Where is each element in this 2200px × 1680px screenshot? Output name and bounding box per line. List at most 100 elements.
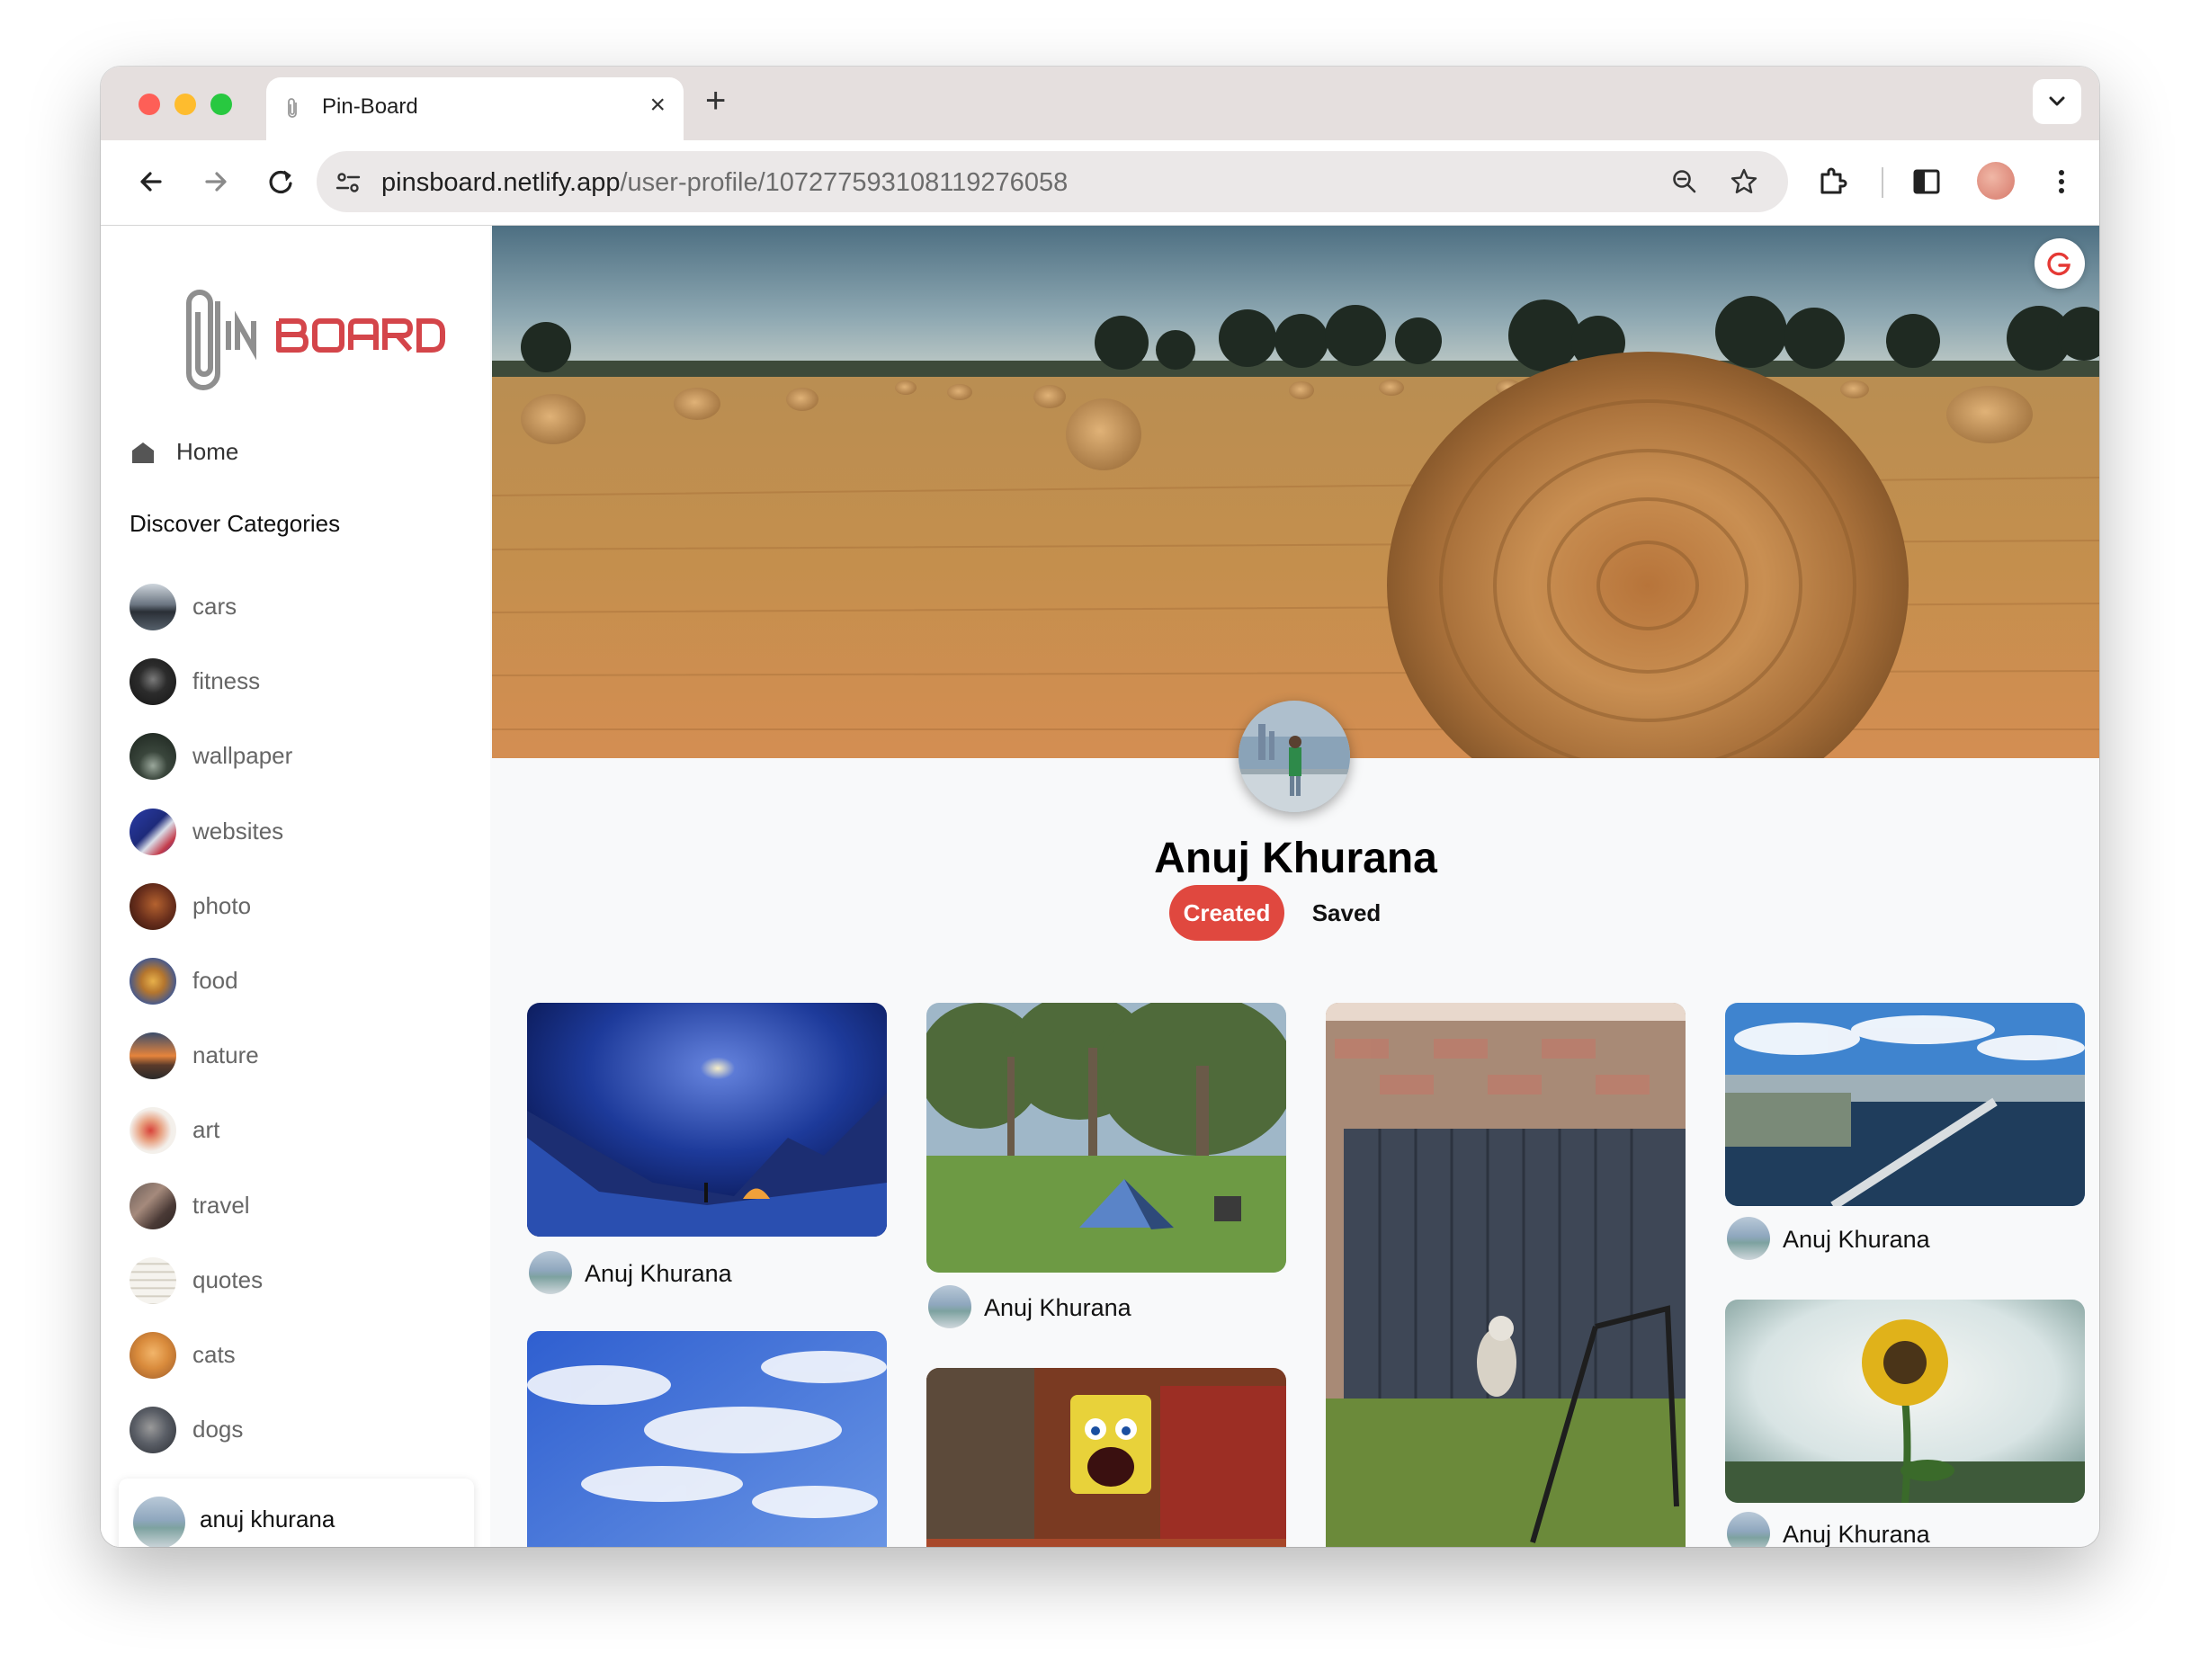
url-host: pinsboard.netlify.app [381, 168, 621, 197]
category-label: art [192, 1116, 220, 1143]
pin-image[interactable] [527, 1003, 887, 1237]
profile-avatar[interactable] [1977, 162, 2015, 200]
pin-author[interactable]: Anuj Khurana [928, 1285, 1286, 1330]
reload-icon[interactable] [263, 164, 299, 200]
paperclip-icon [288, 98, 297, 118]
category-photo[interactable]: photo [130, 883, 471, 930]
pin-author-name: Anuj Khurana [585, 1260, 732, 1287]
chevron-down-icon [2049, 96, 2065, 106]
category-label: nature [192, 1041, 259, 1068]
pin-card[interactable]: Anuj Khurana [926, 1003, 1286, 1330]
category-thumbnail [130, 1032, 176, 1079]
category-nature[interactable]: nature [130, 1032, 471, 1079]
category-label: cars [192, 593, 237, 620]
category-label: fitness [192, 667, 261, 694]
maximize-window-button[interactable] [210, 94, 232, 115]
close-window-button[interactable] [139, 94, 160, 115]
avatar [928, 1285, 971, 1328]
pin-author[interactable]: Anuj Khurana [1727, 1217, 2085, 1262]
profile-name: Anuj Khurana [1154, 835, 1437, 882]
address-bar[interactable]: pinsboard.netlify.app/user-profile/10727… [317, 151, 1788, 212]
pin-card[interactable] [926, 1368, 1286, 1547]
category-thumbnail [130, 1257, 176, 1304]
pin-author[interactable]: Anuj Khurana [1727, 1512, 2085, 1547]
star-icon[interactable] [1729, 166, 1759, 197]
pin-card[interactable] [1326, 1003, 1686, 1547]
category-label: travel [192, 1192, 250, 1219]
pin-image[interactable] [1326, 1003, 1686, 1547]
tab-search-button[interactable] [2033, 79, 2081, 124]
category-label: quotes [192, 1266, 264, 1293]
category-fitness[interactable]: fitness [130, 658, 471, 705]
pin-author[interactable]: Anuj Khurana [529, 1251, 887, 1296]
category-thumbnail [130, 883, 176, 930]
toolbar-divider [1882, 167, 1883, 198]
profile-avatar-image [1239, 701, 1350, 812]
avatar [1727, 1512, 1770, 1547]
category-thumbnail [130, 1183, 176, 1229]
sidebar: Home Discover Categories cars fitness wa… [101, 226, 490, 1547]
pin-card[interactable]: Anuj Khurana [527, 1003, 887, 1294]
url-text: pinsboard.netlify.app/user-profile/10727… [381, 168, 1068, 198]
google-logout-icon [2047, 252, 2070, 276]
category-thumbnail [130, 733, 176, 780]
category-dogs[interactable]: dogs [130, 1407, 471, 1453]
pin-author-name: Anuj Khurana [984, 1294, 1131, 1321]
profile-main: Anuj Khurana Created Saved Anuj Khurana … [492, 226, 2099, 1547]
extensions-icon[interactable] [1815, 164, 1851, 200]
side-panel-icon[interactable] [1909, 164, 1945, 200]
category-label: food [192, 967, 238, 994]
category-thumbnail [130, 658, 176, 705]
tab-title: Pin-Board [322, 94, 418, 119]
back-icon[interactable] [133, 164, 169, 200]
category-websites[interactable]: websites [130, 809, 471, 855]
browser-tab[interactable]: Pin-Board × [266, 77, 684, 140]
browser-toolbar: pinsboard.netlify.app/user-profile/10727… [101, 140, 2099, 226]
logout-button[interactable] [2035, 238, 2085, 289]
pin-author-name: Anuj Khurana [1783, 1226, 1930, 1253]
zoom-icon[interactable] [1669, 166, 1700, 197]
category-cats[interactable]: cats [130, 1332, 471, 1379]
category-wallpaper[interactable]: wallpaper [130, 733, 471, 780]
category-thumbnail [130, 1407, 176, 1453]
avatar [529, 1251, 572, 1294]
discover-categories-title: Discover Categories [130, 510, 341, 537]
pin-image[interactable] [527, 1331, 887, 1547]
home-icon [132, 442, 154, 463]
avatar [1727, 1217, 1770, 1260]
category-food[interactable]: food [130, 958, 471, 1005]
pin-card[interactable]: Anuj Khurana [1725, 1003, 2085, 1264]
category-travel[interactable]: travel [130, 1183, 471, 1229]
pin-card[interactable] [527, 1331, 887, 1547]
pin-image[interactable] [1725, 1003, 2085, 1206]
new-tab-button[interactable]: + [705, 83, 726, 119]
pin-image[interactable] [1725, 1300, 2085, 1503]
menu-icon[interactable] [2043, 164, 2079, 200]
tab-created[interactable]: Created [1169, 885, 1284, 941]
tab-strip: Pin-Board × + [101, 67, 2099, 140]
pin-card[interactable]: Anuj Khurana [1725, 1300, 2085, 1547]
home-label: Home [176, 438, 239, 465]
pin-image[interactable] [926, 1368, 1286, 1547]
category-label: photo [192, 892, 252, 919]
category-label: websites [192, 818, 284, 844]
tab-saved[interactable]: Saved [1289, 885, 1404, 941]
page-content: Home Discover Categories cars fitness wa… [101, 226, 2099, 1547]
category-cars[interactable]: cars [130, 584, 471, 630]
sidebar-user-profile[interactable]: anuj khurana [119, 1479, 474, 1547]
minimize-window-button[interactable] [174, 94, 196, 115]
category-thumbnail [130, 958, 176, 1005]
category-label: wallpaper [192, 742, 293, 769]
category-thumbnail [130, 1332, 176, 1379]
pin-board-logo[interactable] [162, 285, 450, 393]
category-art[interactable]: art [130, 1107, 471, 1154]
category-quotes[interactable]: quotes [130, 1257, 471, 1304]
url-path: /user-profile/107277593108119276058 [620, 168, 1069, 197]
pin-author-name: Anuj Khurana [1783, 1521, 1930, 1547]
pin-image[interactable] [926, 1003, 1286, 1273]
user-name: anuj khurana [200, 1506, 335, 1533]
forward-icon[interactable] [198, 164, 234, 200]
close-tab-icon[interactable]: × [649, 90, 666, 121]
category-label: dogs [192, 1416, 244, 1443]
site-settings-icon[interactable] [333, 167, 363, 198]
